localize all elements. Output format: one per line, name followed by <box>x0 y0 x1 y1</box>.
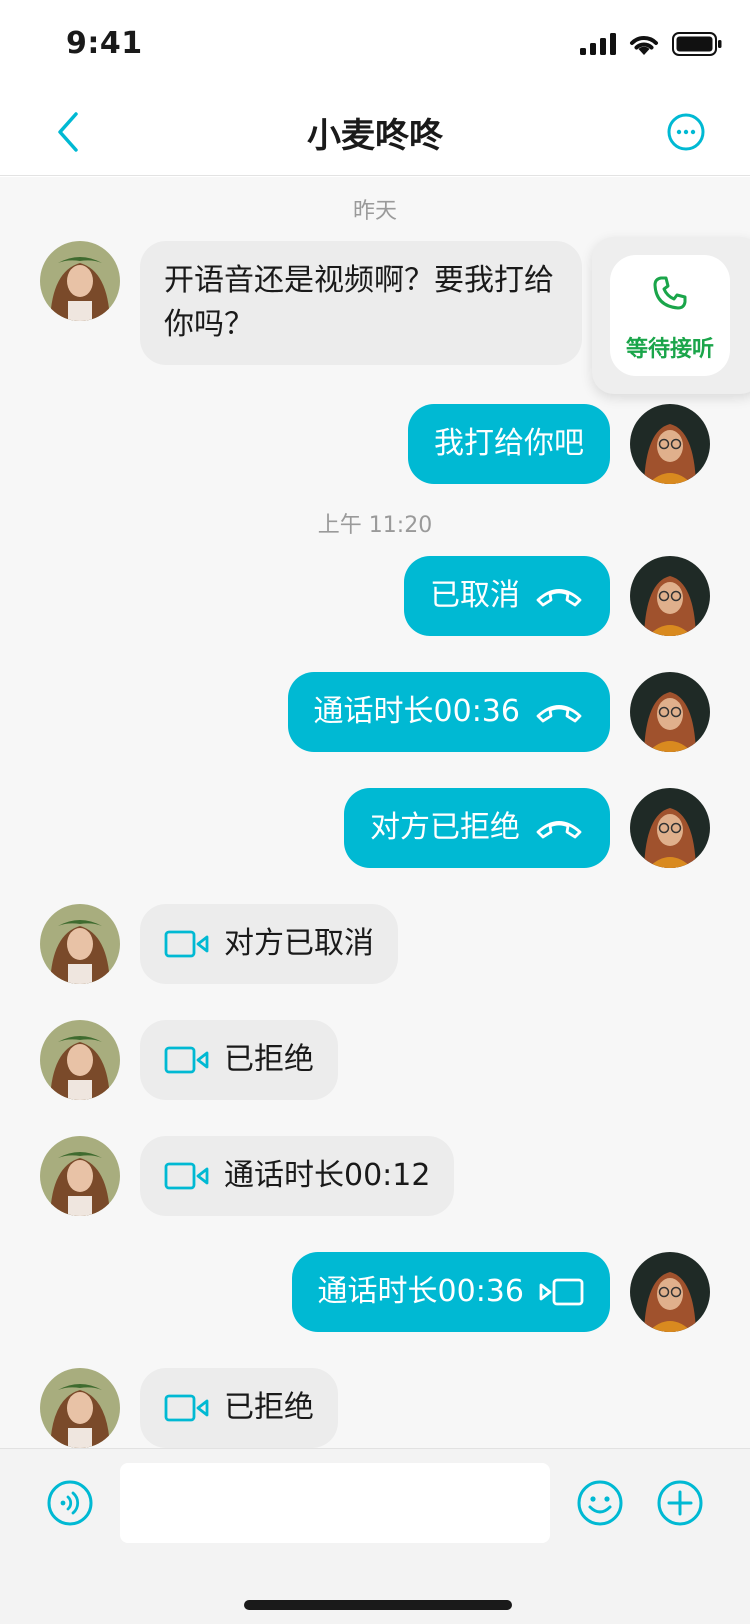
home-indicator-area <box>0 1556 750 1624</box>
hangup-icon <box>536 705 582 723</box>
call-status-text: 对方已取消 <box>224 926 374 961</box>
call-waiting-popup[interactable]: 等待接听 <box>592 237 750 394</box>
avatar-self[interactable] <box>630 788 710 868</box>
avatar-self[interactable] <box>630 404 710 484</box>
call-waiting-label: 等待接听 <box>625 337 714 362</box>
home-indicator[interactable] <box>244 1600 512 1610</box>
voice-call-record-out[interactable]: 通话时长00:36 <box>287 672 610 752</box>
video-call-record-in[interactable]: 已拒绝 <box>140 1020 338 1100</box>
page-title: 小麦咚咚 <box>307 116 443 156</box>
call-waiting-card[interactable]: 等待接听 <box>610 255 730 376</box>
plus-icon[interactable] <box>656 1479 704 1527</box>
avatar-contact[interactable] <box>40 1136 120 1216</box>
avatar-self[interactable] <box>630 1252 710 1332</box>
video-call-record-out[interactable]: 通话时长00:36 <box>291 1252 610 1332</box>
video-call-record-in[interactable]: 已拒绝 <box>140 1368 338 1448</box>
avatar-self[interactable] <box>630 556 710 636</box>
more-icon[interactable] <box>662 108 710 156</box>
timestamp: 昨天 <box>352 199 397 224</box>
avatar-self[interactable] <box>630 672 710 752</box>
video-icon <box>164 930 209 958</box>
video-call-record-in[interactable]: 通话时长00:12 <box>140 1136 455 1216</box>
avatar-contact[interactable] <box>40 1020 120 1100</box>
timestamp: 上午 11:20 <box>317 513 433 538</box>
hangup-icon <box>536 821 582 839</box>
video-call-record-in[interactable]: 对方已取消 <box>140 904 398 984</box>
emoji-icon[interactable] <box>576 1479 624 1527</box>
avatar-contact[interactable] <box>40 904 120 984</box>
nav-bar: 小麦咚咚 <box>0 88 750 176</box>
video-icon <box>539 1278 584 1306</box>
voice-call-record-out[interactable]: 对方已拒绝 <box>344 788 610 868</box>
call-status-text: 已取消 <box>430 578 520 613</box>
phone-icon <box>653 276 687 310</box>
video-icon <box>164 1394 209 1422</box>
avatar-contact[interactable] <box>40 1368 120 1448</box>
status-icons <box>580 32 722 56</box>
status-time: 9:41 <box>66 26 143 61</box>
chat-area[interactable]: 昨天 开语音还是视频啊？要我打给你吗？ 等待接听 我打给你吧 上午 11:20 … <box>0 177 750 1448</box>
status-bar: 9:41 <box>0 0 750 88</box>
wifi-icon <box>630 36 658 55</box>
hangup-icon <box>536 589 582 607</box>
video-icon <box>164 1046 209 1074</box>
call-status-text: 已拒绝 <box>224 1042 314 1077</box>
message-bubble-out[interactable]: 我打给你吧 <box>408 404 610 484</box>
call-status-text: 通话时长00:36 <box>313 694 520 729</box>
message-bubble-in[interactable]: 开语音还是视频啊？要我打给你吗？ <box>140 241 582 365</box>
avatar-contact[interactable] <box>40 241 120 321</box>
call-status-text: 通话时长00:36 <box>317 1274 524 1309</box>
voice-call-record-out[interactable]: 已取消 <box>404 556 610 636</box>
signal-icon <box>580 33 616 55</box>
message-input[interactable] <box>120 1463 550 1543</box>
call-status-text: 已拒绝 <box>224 1390 314 1425</box>
input-bar <box>0 1448 750 1556</box>
call-status-text: 对方已拒绝 <box>370 810 520 845</box>
video-icon <box>164 1162 209 1190</box>
call-status-text: 通话时长00:12 <box>224 1158 431 1193</box>
battery-icon <box>672 32 722 56</box>
voice-icon[interactable] <box>46 1479 94 1527</box>
